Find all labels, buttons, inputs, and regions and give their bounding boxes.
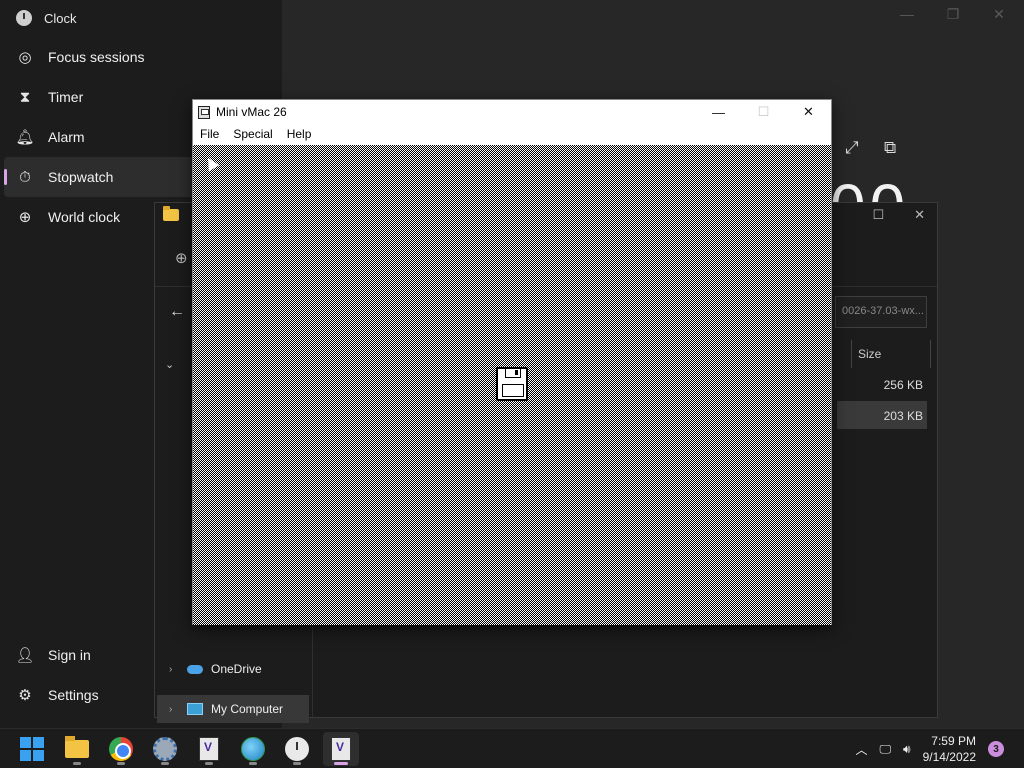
expand-icon[interactable]: ⤢ — [845, 138, 859, 158]
stopwatch-icon: ⏱︎ — [19, 168, 31, 186]
explorer-nav-pane: › OneDrive › My Computer — [155, 623, 313, 723]
computer-icon — [187, 703, 203, 715]
clock-title-bar: Clock — [16, 10, 77, 26]
close-button[interactable]: ✕ — [786, 100, 831, 124]
nav-item-label: World clock — [48, 209, 121, 225]
floppy-disk-icon — [496, 367, 528, 401]
chevron-down-icon[interactable]: ⌄ — [165, 358, 174, 371]
globe-icon: ⊕ — [18, 209, 32, 226]
vmac-title-bar[interactable]: Mini vMac 26 — ☐ ✕ — [193, 100, 831, 124]
disk-label — [502, 384, 524, 397]
keep-on-top-icon[interactable]: ⧉ — [884, 138, 896, 158]
tray-time: 7:59 PM — [931, 734, 976, 748]
mini-vmac-icon — [199, 737, 219, 761]
nav-item-label: Settings — [48, 687, 99, 703]
folder-icon — [163, 206, 179, 221]
running-indicator — [249, 762, 257, 765]
clock-window-controls: — ❐ ✕ — [896, 6, 1010, 23]
nav-item-label: Focus sessions — [48, 49, 145, 65]
clock-datetime[interactable]: 7:59 PM 9/14/2022 — [923, 733, 976, 765]
vmac-emulator-screen[interactable] — [193, 145, 831, 625]
taskbar-settings[interactable] — [147, 732, 183, 766]
maximize-button: ☐ — [757, 104, 770, 119]
nav-item-label: OneDrive — [211, 662, 262, 676]
volume-icon[interactable]: 🔊︎ — [903, 742, 911, 757]
vmac-window-title: Mini vMac 26 — [216, 105, 287, 119]
nav-item-label: Timer — [48, 89, 84, 105]
chevron-right-icon[interactable]: › — [169, 704, 179, 715]
mini-vmac-icon — [331, 737, 351, 761]
nav-item-focus-sessions[interactable]: ◎ Focus sessions — [4, 37, 282, 77]
hourglass-icon: ⧗ — [19, 88, 31, 106]
maximize-icon[interactable]: ☐ — [872, 207, 884, 223]
menu-file[interactable]: File — [200, 127, 219, 141]
taskbar-mini-vmac-1[interactable] — [191, 732, 227, 766]
clock-icon — [285, 737, 309, 761]
clock-app-title: Clock — [44, 10, 77, 26]
close-icon[interactable]: ✕ — [988, 6, 1010, 23]
gear-icon: ⚙ — [18, 687, 32, 704]
notification-badge[interactable]: 3 — [988, 741, 1004, 757]
maximize-icon[interactable]: ❐ — [942, 6, 964, 23]
clock-app-icon — [16, 10, 32, 26]
tray-date: 9/14/2022 — [922, 750, 976, 764]
taskbar-globe-app[interactable] — [235, 732, 271, 766]
nav-item-my-computer[interactable]: › My Computer — [157, 695, 309, 723]
network-icon[interactable]: 🖵︎ — [879, 742, 891, 757]
column-header-size[interactable]: Size — [851, 340, 931, 368]
search-input[interactable]: 0026-37.03-wx... — [835, 296, 927, 328]
new-item-icon[interactable]: ⊕ — [175, 249, 188, 267]
taskbar-clock[interactable] — [279, 732, 315, 766]
bell-icon: 🔔︎ — [15, 129, 35, 146]
taskbar-start-button[interactable] — [14, 732, 50, 766]
file-size-cell: 256 KB — [883, 378, 923, 392]
file-size-cell: 203 KB — [883, 409, 923, 423]
minimize-icon[interactable]: — — [896, 6, 918, 23]
nav-item-label: Alarm — [48, 129, 85, 145]
running-indicator — [73, 762, 81, 765]
person-icon: 👤︎ — [15, 647, 35, 664]
globe-icon — [241, 737, 265, 761]
mini-vmac-window: Mini vMac 26 — ☐ ✕ File Special Help — [192, 99, 832, 625]
folder-icon — [65, 736, 89, 758]
menu-help[interactable]: Help — [287, 127, 312, 141]
chrome-icon — [109, 737, 133, 761]
onedrive-icon — [187, 664, 203, 674]
explorer-window-controls: ☐ ✕ — [872, 207, 925, 223]
menu-special[interactable]: Special — [233, 127, 272, 141]
vmac-window-controls: — ☐ ✕ — [696, 100, 831, 124]
nav-item-label: Stopwatch — [48, 169, 114, 185]
running-indicator — [205, 762, 213, 765]
chevron-up-icon[interactable]: ︿ — [855, 741, 867, 758]
back-arrow-icon[interactable]: ← — [169, 303, 185, 321]
disk-shutter — [505, 368, 521, 378]
taskbar: ︿ 🖵︎ 🔊︎ 7:59 PM 9/14/2022 3 — [0, 728, 1024, 768]
focus-icon: ◎ — [18, 49, 32, 66]
taskbar-mini-vmac-2[interactable] — [323, 732, 359, 766]
system-tray: ︿ 🖵︎ 🔊︎ 7:59 PM 9/14/2022 3 — [855, 729, 1004, 768]
running-indicator — [161, 762, 169, 765]
running-indicator — [293, 762, 301, 765]
running-indicator — [117, 762, 125, 765]
nav-item-onedrive[interactable]: › OneDrive — [157, 655, 309, 683]
taskbar-chrome[interactable] — [103, 732, 139, 766]
chevron-right-icon[interactable]: › — [169, 664, 179, 675]
minimize-button[interactable]: — — [696, 100, 741, 124]
running-indicator — [334, 762, 348, 765]
taskbar-file-explorer[interactable] — [59, 732, 95, 766]
mini-vmac-icon — [198, 105, 210, 119]
nav-item-label: My Computer — [211, 702, 284, 716]
vmac-menu-bar: File Special Help — [193, 124, 831, 144]
nav-item-label: Sign in — [48, 647, 91, 663]
settings-gear-icon — [153, 737, 177, 761]
close-icon[interactable]: ✕ — [914, 207, 925, 223]
explorer-title-bar — [163, 206, 179, 221]
windows-start-icon — [20, 737, 44, 761]
